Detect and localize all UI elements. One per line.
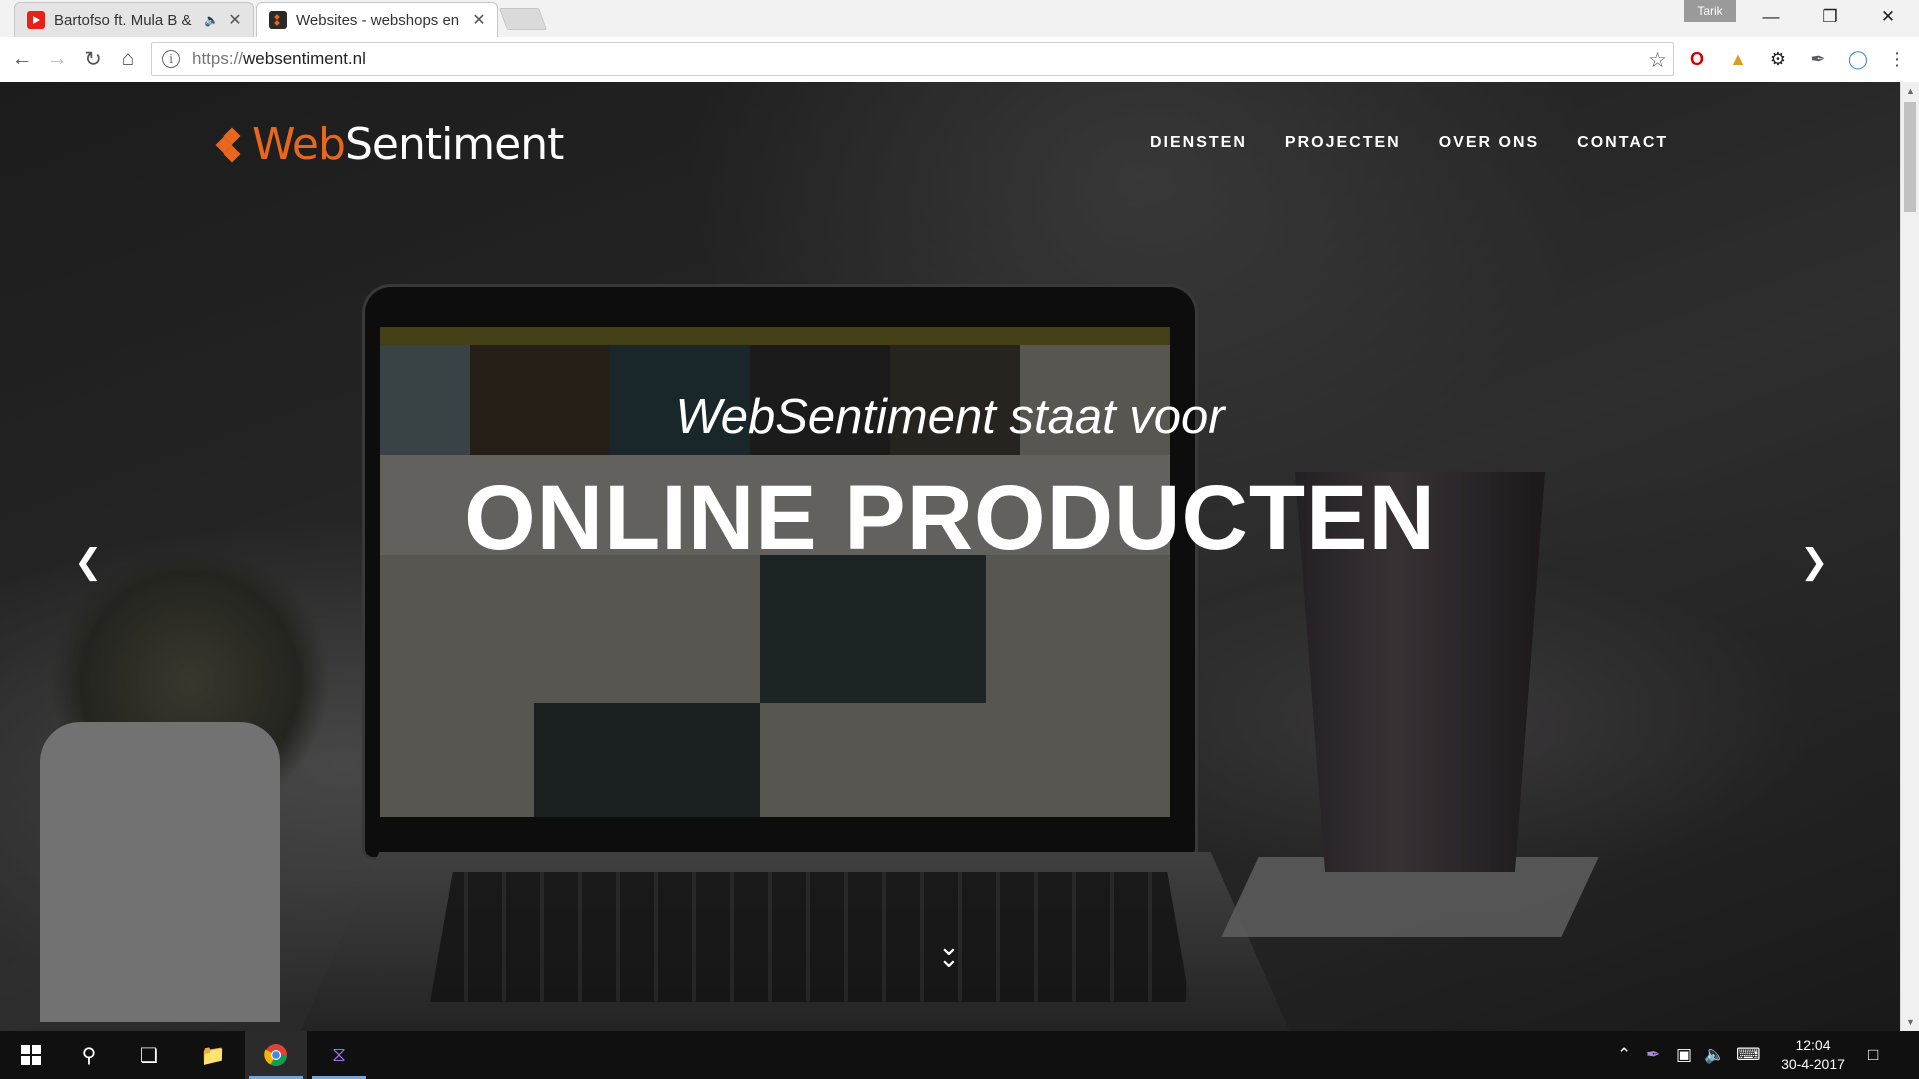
nav-contact[interactable]: CONTACT [1577, 134, 1668, 152]
logo-mark-icon [215, 126, 246, 164]
carousel-next-icon[interactable]: ❯ [1800, 542, 1829, 582]
restore-button[interactable]: ❐ [1806, 0, 1854, 34]
keyboard-icon[interactable]: ⌨ [1736, 1045, 1761, 1065]
youtube-icon [27, 11, 45, 29]
minimize-button[interactable]: — [1747, 0, 1795, 34]
eyedropper-icon[interactable]: ✒ [1805, 46, 1831, 72]
logo-text-sentiment: Sentiment [344, 119, 564, 170]
volume-icon[interactable]: 🔈 [1704, 1045, 1725, 1065]
address-bar[interactable]: i https://websentiment.nl ☆ [151, 42, 1674, 76]
scroll-up-arrow-icon[interactable]: ▲ [1901, 82, 1919, 100]
url-text[interactable]: https://websentiment.nl [192, 49, 366, 69]
tab-youtube[interactable]: Bartofso ft. Mula B & 🔈 ✕ [14, 2, 254, 37]
windows-taskbar: ⚲ ❏ 📁 ⧖ ⌃ ✒ ▣ 🔈 ⌨ 12:04 30-4-2017 □ [0, 1031, 1919, 1079]
action-center-icon[interactable]: □ [1868, 1045, 1878, 1065]
new-tab-button[interactable] [498, 8, 548, 30]
hero-title: ONLINE PRODUCTEN [464, 467, 1436, 569]
scroll-down-arrow-icon[interactable]: ▼ [1901, 1013, 1919, 1031]
show-hidden-icons-icon[interactable]: ⌃ [1617, 1045, 1631, 1065]
page-scrollbar[interactable]: ▲ ▼ [1900, 82, 1919, 1031]
menu-kebab-icon[interactable]: ⋮ [1884, 46, 1910, 72]
file-explorer-icon[interactable]: 📁 [182, 1031, 244, 1079]
main-nav: DIENSTEN PROJECTEN OVER ONS CONTACT [1150, 134, 1668, 152]
extension-circle-icon[interactable]: ◯ [1845, 46, 1871, 72]
gear-icon[interactable]: ⚙ [1765, 46, 1791, 72]
tab-websentiment[interactable]: Websites - webshops en ✕ [256, 2, 498, 37]
reload-button[interactable]: ↻ [78, 44, 108, 74]
logo-text-web: Web [252, 119, 346, 170]
tray-app-icon[interactable]: ✒ [1646, 1045, 1660, 1065]
tab-title: Websites - webshops en [296, 11, 460, 29]
carousel-prev-icon[interactable]: ❮ [74, 542, 103, 582]
back-button[interactable]: ← [7, 44, 37, 74]
tab-title: Bartofso ft. Mula B & [54, 11, 192, 29]
forward-button[interactable]: → [42, 44, 72, 74]
nav-diensten[interactable]: DIENSTEN [1150, 134, 1247, 152]
visual-studio-icon[interactable]: ⧖ [308, 1031, 370, 1079]
site-info-icon[interactable]: i [162, 50, 180, 68]
browser-toolbar: ← → ↻ ⌂ i https://websentiment.nl ☆ O ▲ … [0, 37, 1919, 82]
browser-chrome: Bartofso ft. Mula B & 🔈 ✕ Websites - web… [0, 0, 1919, 82]
close-window-button[interactable]: ✕ [1864, 0, 1912, 34]
hero-subtitle: WebSentiment staat voor [675, 390, 1225, 444]
webpage: WebSentiment DIENSTEN PROJECTEN OVER ONS… [0, 82, 1900, 1031]
scrollbar-thumb[interactable] [1904, 102, 1916, 212]
nav-over-ons[interactable]: OVER ONS [1439, 134, 1539, 152]
close-tab-icon[interactable]: ✕ [227, 10, 243, 30]
scroll-down-icon[interactable]: ⌄ ⌄ [938, 933, 960, 971]
opera-vpn-icon[interactable]: O [1684, 46, 1710, 72]
search-icon[interactable]: ⚲ [58, 1031, 120, 1079]
site-logo[interactable]: WebSentiment [215, 119, 564, 170]
profile-badge[interactable]: Tarik [1684, 0, 1736, 22]
audio-playing-icon[interactable]: 🔈 [204, 13, 219, 27]
tab-strip: Bartofso ft. Mula B & 🔈 ✕ Websites - web… [0, 0, 1919, 37]
websentiment-icon [269, 11, 287, 29]
chrome-icon[interactable] [245, 1031, 307, 1079]
home-button[interactable]: ⌂ [113, 44, 143, 74]
task-view-icon[interactable]: ❏ [118, 1031, 180, 1079]
bookmark-star-icon[interactable]: ☆ [1648, 48, 1667, 73]
network-icon[interactable]: ▣ [1676, 1045, 1692, 1065]
windows-start-icon[interactable] [0, 1031, 62, 1079]
nav-projecten[interactable]: PROJECTEN [1285, 134, 1401, 152]
extension-icon[interactable]: ▲ [1725, 46, 1751, 72]
close-tab-icon[interactable]: ✕ [471, 10, 487, 30]
taskbar-clock[interactable]: 12:04 30-4-2017 [1770, 1036, 1856, 1074]
